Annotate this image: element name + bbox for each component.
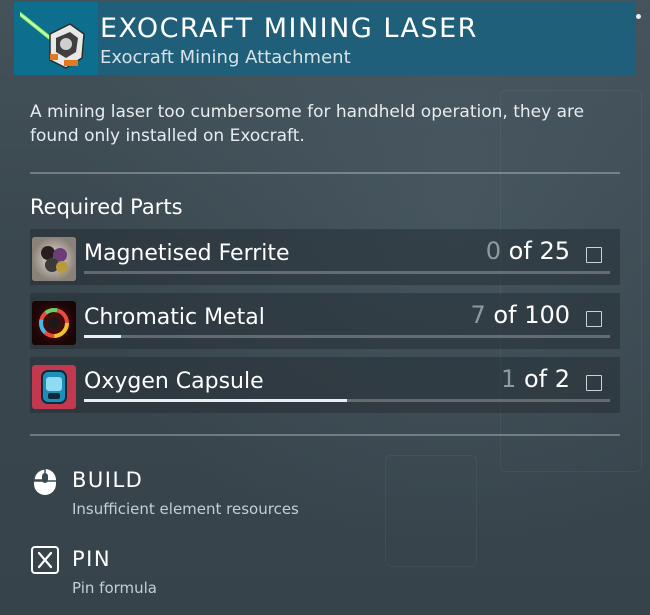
part-checkbox[interactable]: [586, 247, 602, 263]
part-count-of: of: [493, 301, 517, 329]
oxygen-capsule-icon: [32, 365, 76, 409]
header-bar: EXOCRAFT MINING LASER Exocraft Mining At…: [14, 2, 636, 75]
indicator-dot: [636, 14, 641, 19]
part-progress-track: [84, 271, 610, 274]
pin-label: PIN: [72, 547, 112, 571]
part-progress-fill: [84, 399, 347, 402]
part-count-need: 25: [539, 237, 570, 265]
part-progress-fill: [84, 335, 121, 338]
build-action[interactable]: BUILD Insufficient element resources: [30, 464, 430, 524]
part-row[interactable]: Oxygen Capsule 1 of 2: [30, 357, 620, 413]
required-parts-heading: Required Parts: [30, 195, 183, 219]
part-count: 0 of 25: [486, 237, 570, 265]
part-row[interactable]: Magnetised Ferrite 0 of 25: [30, 229, 620, 285]
mining-laser-icon: [20, 12, 85, 69]
mouse-icon: [33, 468, 56, 495]
part-checkbox[interactable]: [586, 311, 602, 327]
item-title: EXOCRAFT MINING LASER: [100, 13, 478, 44]
build-hint: Insufficient element resources: [72, 500, 299, 518]
part-checkbox[interactable]: [586, 375, 602, 391]
part-count-have: 7: [470, 301, 486, 329]
divider: [30, 172, 620, 174]
part-row[interactable]: Chromatic Metal 7 of 100: [30, 293, 620, 349]
part-count: 1 of 2: [501, 365, 570, 393]
part-name: Oxygen Capsule: [84, 369, 264, 394]
part-count-of: of: [523, 365, 548, 393]
pin-hint: Pin formula: [72, 579, 157, 597]
part-count-of: of: [508, 237, 532, 265]
part-count-have: 0: [485, 237, 502, 265]
part-count: 7 of 100: [470, 301, 570, 329]
item-subtitle: Exocraft Mining Attachment: [100, 47, 351, 68]
divider: [30, 434, 620, 436]
build-label: BUILD: [72, 468, 144, 492]
x-key-icon: [31, 546, 59, 574]
item-description: A mining laser too cumbersome for handhe…: [30, 102, 585, 146]
chromatic-metal-icon: [32, 301, 76, 345]
part-progress-track: [84, 335, 610, 338]
pin-action[interactable]: PIN Pin formula: [30, 543, 430, 603]
part-name: Magnetised Ferrite: [84, 241, 290, 266]
magnetised-ferrite-icon: [32, 237, 76, 281]
part-name: Chromatic Metal: [84, 305, 265, 330]
part-progress-track: [84, 399, 610, 402]
part-count-need: 2: [554, 365, 570, 393]
part-count-need: 100: [524, 301, 570, 329]
part-count-have: 1: [501, 365, 517, 393]
